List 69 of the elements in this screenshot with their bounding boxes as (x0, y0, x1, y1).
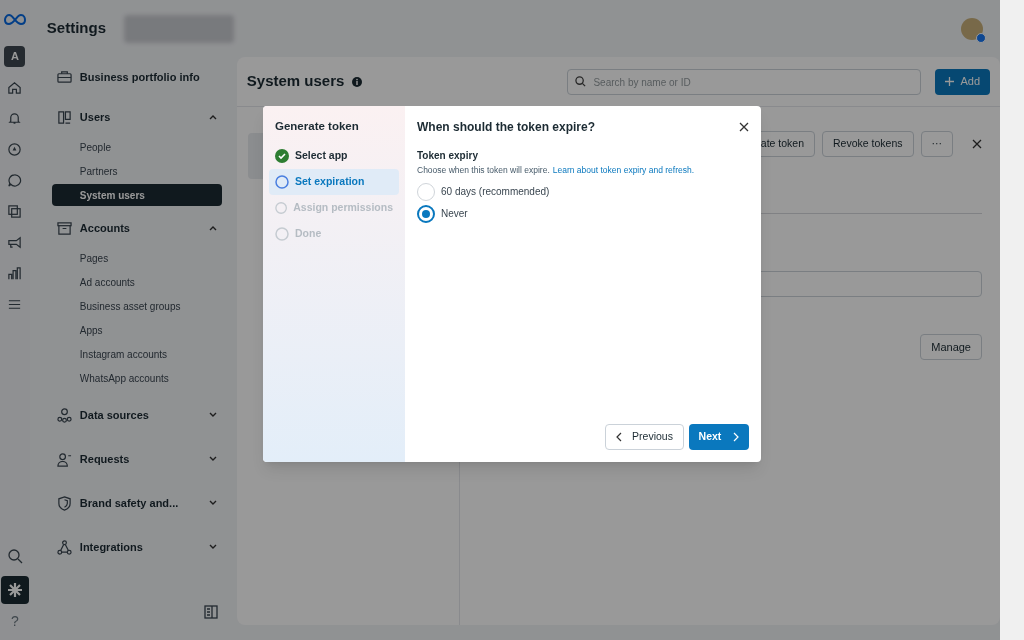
person-add-icon (56, 451, 72, 467)
plus-icon (945, 77, 955, 86)
sidebar-subitem[interactable]: System users (51, 184, 222, 206)
nodes-icon (56, 407, 72, 423)
chevron-down-icon (208, 544, 217, 550)
option-label: Never (441, 207, 468, 222)
next-button[interactable]: Next (689, 424, 749, 450)
search-icon (6, 548, 23, 564)
chevron-up-icon (208, 114, 217, 120)
sidebar-item[interactable]: Integrations (51, 537, 222, 557)
add-button[interactable]: Add (935, 68, 990, 95)
sidebar-subitem[interactable]: Business asset groups (51, 295, 222, 317)
network-icon (56, 539, 72, 555)
chevron-up-icon (208, 225, 217, 231)
chevron-down-icon (208, 412, 217, 418)
page-title: Settings (46, 18, 106, 39)
sidebar-item[interactable]: Brand safety and... (51, 493, 222, 513)
sidebar-subitem[interactable]: Pages (51, 247, 222, 269)
close-icon[interactable] (972, 139, 982, 149)
tray-icon (56, 220, 72, 236)
sidebar-subitem[interactable]: Apps (51, 319, 222, 341)
settings-icon (6, 582, 23, 598)
profile-avatar[interactable] (961, 17, 983, 40)
wizard-step[interactable]: Set expiration (269, 169, 399, 196)
compass-icon (7, 141, 23, 157)
megaphone-icon (7, 234, 23, 250)
chevron-down-icon (208, 456, 217, 462)
home-icon (7, 79, 23, 95)
sidebar-subitem[interactable]: Ad accounts (51, 271, 222, 293)
stacked-pages-icon (7, 203, 23, 219)
previous-button[interactable]: Previous (605, 424, 684, 450)
radio-button[interactable] (417, 204, 435, 223)
sidebar-item[interactable]: Requests (51, 449, 222, 469)
help-button[interactable]: ? (1, 610, 28, 632)
bell-icon (7, 110, 23, 126)
dialog-title: Generate token (274, 119, 360, 134)
shield-icon (56, 495, 72, 511)
sidebar-subitem[interactable]: Instagram accounts (51, 343, 222, 365)
dialog-heading: When should the token expire? (417, 119, 595, 136)
rail-button[interactable] (0, 576, 29, 604)
sidebar-item[interactable]: Data sources (51, 405, 222, 425)
learn-more-link[interactable]: Learn about token expiry and refresh. (552, 164, 695, 177)
account-avatar[interactable]: A (4, 46, 26, 67)
chevron-right-icon (733, 432, 740, 442)
info-icon[interactable] (352, 76, 363, 87)
wizard-step[interactable]: Select app (269, 143, 399, 170)
search-field[interactable]: Search by name or ID (567, 69, 922, 95)
chevron-down-icon (208, 500, 217, 506)
chat-icon (7, 172, 23, 188)
sidebar-subitem[interactable]: People (51, 136, 222, 158)
section-title: Token expiry (417, 149, 479, 163)
logo-icon (3, 14, 26, 26)
description-text: Choose when this token will expire. (417, 164, 550, 177)
panel-toggle-icon[interactable] (203, 605, 218, 619)
search-icon (575, 75, 587, 87)
manage-button[interactable]: Manage (920, 334, 982, 360)
bar-chart-icon (7, 265, 23, 281)
briefcase-icon (56, 69, 72, 85)
sidebar-item[interactable]: Users (51, 107, 222, 127)
sidebar-item[interactable]: Business portfolio info (51, 67, 222, 87)
panel-title: System users (246, 71, 345, 92)
chevron-left-icon (616, 432, 623, 442)
sidebar-subitem[interactable]: WhatsApp accounts (51, 367, 222, 389)
sidebar-item[interactable]: Accounts (51, 218, 222, 238)
option-label: 60 days (recommended) (441, 185, 550, 200)
sidebar-subitem[interactable]: Partners (51, 160, 222, 182)
close-icon[interactable] (739, 122, 749, 132)
toolbar-button[interactable]: Revoke tokens (822, 131, 914, 157)
more-button[interactable]: ··· (920, 131, 953, 157)
